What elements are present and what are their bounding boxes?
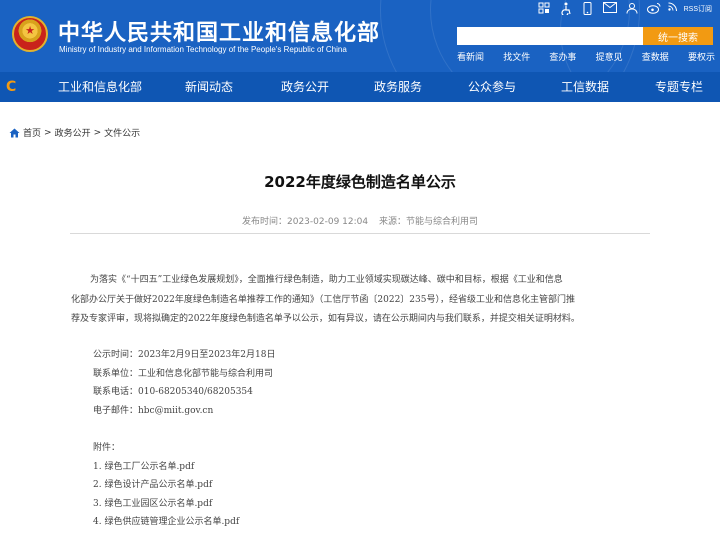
nav-item-special-topics[interactable]: 专题专栏 bbox=[655, 78, 703, 95]
rss-subscribe-link[interactable]: RSS订阅 bbox=[684, 4, 712, 14]
notice-period: 公示时间：2023年2月9日至2023年2月18日 bbox=[93, 350, 276, 360]
quick-link-feedback[interactable]: 提意见 bbox=[596, 50, 623, 63]
quick-link-data[interactable]: 查数据 bbox=[642, 50, 669, 63]
article-source: 来源：节能与综合利用司 bbox=[378, 217, 478, 227]
quick-links: 看新闻 找文件 查办事 提意见 查数据 要权示 bbox=[457, 50, 715, 63]
home-icon[interactable] bbox=[9, 128, 20, 138]
paragraph-line: 化部办公厅关于做好2022年度绿色制造名单推荐工作的通知》（工信厅节函〔2022… bbox=[71, 295, 575, 305]
contact-email: 电子邮件：hbc@miit.gov.cn bbox=[93, 406, 214, 416]
breadcrumb-file-notice[interactable]: 文件公示 bbox=[104, 126, 140, 139]
search-input[interactable] bbox=[457, 27, 643, 45]
emblem-icon[interactable] bbox=[12, 16, 48, 52]
utility-icons: RSS订阅 bbox=[536, 2, 712, 17]
quick-link-more[interactable]: 要权示 bbox=[688, 50, 715, 63]
qr-grid-icon[interactable] bbox=[536, 2, 552, 16]
quick-link-documents[interactable]: 找文件 bbox=[503, 50, 530, 63]
search-button[interactable]: 统一搜索 bbox=[643, 27, 713, 45]
nav-item-affairs-services[interactable]: 政务服务 bbox=[374, 78, 422, 95]
site-subtitle: Ministry of Industry and Information Tec… bbox=[59, 45, 347, 54]
article-title: 2022年度绿色制造名单公示 bbox=[264, 173, 456, 191]
breadcrumb-separator: > bbox=[44, 127, 52, 138]
nav-item-public-participation[interactable]: 公众参与 bbox=[468, 78, 516, 95]
nav-logo-icon[interactable]: C bbox=[6, 79, 24, 95]
breadcrumb: 首页 > 政务公开 > 文件公示 bbox=[9, 126, 140, 139]
site-title[interactable]: 中华人民共和国工业和信息化部 bbox=[58, 15, 380, 47]
nav-item-affairs-public[interactable]: 政务公开 bbox=[281, 78, 329, 95]
contact-phone: 联系电话：010-68205340/68205354 bbox=[93, 387, 253, 397]
paragraph-line: 荐及专家评审，现将拟确定的2022年度绿色制造名单予以公示，如有异议，请在公示期… bbox=[71, 314, 580, 324]
breadcrumb-separator: > bbox=[93, 127, 102, 138]
mobile-icon[interactable] bbox=[580, 2, 596, 16]
quick-link-news[interactable]: 看新闻 bbox=[457, 50, 484, 63]
site-header: 中华人民共和国工业和信息化部 Ministry of Industry and … bbox=[0, 0, 720, 72]
accessibility-icon[interactable] bbox=[558, 2, 574, 17]
attachment-link[interactable]: 3. 绿色工业园区公示名单.pdf bbox=[93, 496, 212, 509]
attachments-label: 附件： bbox=[93, 443, 121, 453]
attachment-link[interactable]: 1. 绿色工厂公示名单.pdf bbox=[93, 459, 194, 472]
divider bbox=[70, 233, 650, 234]
paragraph-line: 为落实《“十四五”工业绿色发展规划》，全面推行绿色制造，助力工业领域实现碳达峰、… bbox=[90, 275, 563, 285]
breadcrumb-affairs-public[interactable]: 政务公开 bbox=[55, 126, 91, 139]
nav-item-news[interactable]: 新闻动态 bbox=[185, 78, 233, 95]
nav-item-data[interactable]: 工信数据 bbox=[561, 78, 609, 95]
contact-unit: 联系单位：工业和信息化部节能与综合利用司 bbox=[93, 369, 274, 379]
publish-time: 发布时间：2023-02-09 12:04 bbox=[242, 217, 369, 227]
rss-icon[interactable] bbox=[668, 2, 678, 16]
weibo-icon[interactable] bbox=[646, 2, 662, 16]
user-icon[interactable] bbox=[624, 2, 640, 16]
quick-link-services[interactable]: 查办事 bbox=[549, 50, 576, 63]
attachment-link[interactable]: 2. 绿色设计产品公示名单.pdf bbox=[93, 477, 212, 490]
breadcrumb-home[interactable]: 首页 bbox=[23, 126, 41, 139]
attachment-link[interactable]: 4. 绿色供应链管理企业公示名单.pdf bbox=[93, 514, 239, 527]
mail-icon[interactable] bbox=[602, 2, 618, 16]
main-nav: C 工业和信息化部 新闻动态 政务公开 政务服务 公众参与 工信数据 专题专栏 bbox=[0, 72, 720, 102]
article-meta: 发布时间：2023-02-09 12:04 来源：节能与综合利用司 bbox=[0, 214, 720, 227]
nav-item-ministry[interactable]: 工业和信息化部 bbox=[58, 78, 142, 95]
